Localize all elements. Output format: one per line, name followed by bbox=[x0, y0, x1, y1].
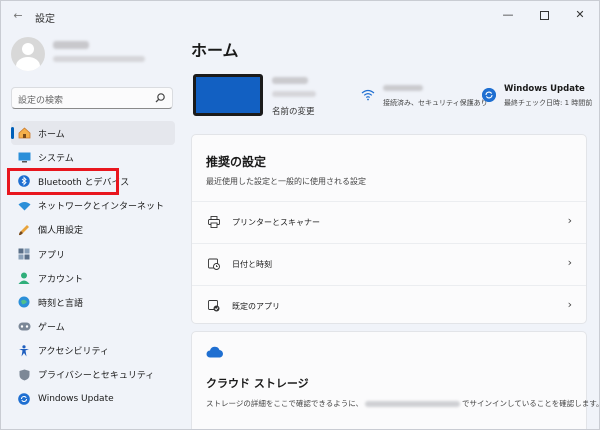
card-subtitle: 最近使用した設定と一般的に使用される設定 bbox=[206, 177, 366, 186]
cloud-storage-card: クラウド ストレージ ストレージの詳細をここで確認できるように、 でサインインして… bbox=[191, 331, 599, 429]
row-date-time[interactable]: 日付と時刻 › bbox=[192, 243, 586, 284]
apps-icon bbox=[17, 247, 31, 261]
row-label: プリンターとスキャナー bbox=[232, 218, 320, 227]
sidebar-item-privacy[interactable]: プライバシーとセキュリティ bbox=[11, 363, 175, 387]
sidebar-item-label: システム bbox=[38, 153, 74, 164]
card-title: 推奨の設定 bbox=[206, 155, 267, 169]
system-icon bbox=[17, 150, 31, 164]
description-text-start: ストレージの詳細をここで確認できるように、 bbox=[206, 399, 363, 408]
sidebar-item-network[interactable]: ネットワークとインターネット bbox=[11, 194, 175, 218]
search-box[interactable]: 設定の検索 bbox=[11, 87, 173, 109]
user-profile[interactable] bbox=[11, 37, 181, 73]
description-text-end: でサインインしていることを確認します。 bbox=[461, 399, 600, 408]
windows-update-icon bbox=[17, 392, 31, 406]
chevron-right-icon: › bbox=[567, 298, 572, 311]
home-icon bbox=[17, 126, 31, 140]
sidebar-item-label: アカウント bbox=[38, 274, 84, 285]
user-email-redacted bbox=[53, 56, 145, 62]
close-button[interactable]: ✕ bbox=[563, 4, 597, 26]
recommended-settings-card: 推奨の設定 最近使用した設定と一般的に使用される設定 プリンターとスキャナー ›… bbox=[191, 134, 587, 324]
sidebar-item-label: ゲーム bbox=[38, 323, 65, 334]
row-printers-scanners[interactable]: プリンターとスキャナー › bbox=[192, 201, 586, 242]
account-email-redacted bbox=[364, 401, 460, 407]
default-apps-icon bbox=[208, 300, 220, 312]
sidebar-item-label: Windows Update bbox=[38, 394, 114, 405]
sidebar-item-time-language[interactable]: 時刻と言語 bbox=[11, 290, 175, 314]
accessibility-icon bbox=[17, 344, 31, 358]
sidebar-item-gaming[interactable]: ゲーム bbox=[11, 315, 175, 339]
highlight-annotation-box bbox=[7, 168, 119, 195]
sidebar-item-label: 個人用設定 bbox=[38, 226, 84, 237]
sidebar-item-label: ホーム bbox=[38, 129, 65, 140]
row-default-apps[interactable]: 既定のアプリ › bbox=[192, 285, 586, 326]
printer-icon bbox=[208, 216, 220, 228]
device-image bbox=[193, 74, 263, 116]
device-model-redacted bbox=[272, 91, 316, 97]
sidebar-item-label: ネットワークとインターネット bbox=[38, 202, 165, 213]
device-name-redacted bbox=[272, 77, 308, 84]
user-name-redacted bbox=[53, 41, 89, 49]
back-arrow-icon[interactable]: ← bbox=[11, 9, 25, 23]
sidebar-item-label: 時刻と言語 bbox=[38, 298, 84, 309]
wifi-icon bbox=[361, 89, 375, 101]
update-last-checked: 最終チェック日時: 1 時間前 bbox=[504, 99, 593, 107]
sidebar-item-apps[interactable]: アプリ bbox=[11, 242, 175, 266]
card-description: ストレージの詳細をここで確認できるように、 でサインインしていることを確認します。 bbox=[206, 398, 600, 409]
window-title: 設定 bbox=[35, 14, 55, 25]
sidebar-item-home[interactable]: ホーム bbox=[11, 121, 175, 146]
network-icon bbox=[17, 199, 31, 213]
avatar[interactable] bbox=[11, 37, 45, 71]
sidebar-item-label: プライバシーとセキュリティ bbox=[38, 371, 155, 382]
maximize-button[interactable] bbox=[527, 4, 561, 26]
search-input[interactable]: 設定の検索 bbox=[18, 93, 63, 106]
sidebar-item-label: アプリ bbox=[38, 250, 66, 261]
gaming-icon bbox=[17, 320, 31, 334]
sidebar-item-windows-update[interactable]: Windows Update bbox=[11, 387, 175, 411]
time-language-icon bbox=[17, 295, 31, 309]
rename-link[interactable]: 名前の変更 bbox=[272, 105, 315, 117]
minimize-button[interactable]: — bbox=[491, 4, 525, 26]
network-status: 接続済み、セキュリティ保護あり bbox=[383, 99, 488, 107]
sidebar-item-personalization[interactable]: 個人用設定 bbox=[11, 218, 175, 242]
privacy-icon bbox=[17, 368, 31, 382]
chevron-right-icon: › bbox=[567, 256, 572, 269]
sidebar-item-accounts[interactable]: アカウント bbox=[11, 266, 175, 290]
account-icon bbox=[17, 271, 31, 285]
update-title[interactable]: Windows Update bbox=[504, 84, 585, 94]
sidebar-item-label: アクセシビリティ bbox=[38, 347, 110, 358]
sidebar-item-accessibility[interactable]: アクセシビリティ bbox=[11, 339, 175, 363]
settings-window: ← 設定 — ✕ 設定の検索 ホーム システム Bluetooth とデバイス … bbox=[0, 0, 600, 430]
page-title: ホーム bbox=[191, 41, 239, 60]
update-status-icon bbox=[482, 88, 496, 102]
network-name-redacted bbox=[383, 85, 423, 91]
row-label: 日付と時刻 bbox=[232, 260, 272, 269]
personalization-icon bbox=[17, 223, 31, 237]
sidebar-nav: ホーム システム Bluetooth とデバイス ネットワークとインターネット … bbox=[7, 121, 175, 411]
clock-icon bbox=[208, 258, 220, 270]
title-bar: ← 設定 — ✕ bbox=[1, 1, 599, 31]
row-label: 既定のアプリ bbox=[232, 302, 280, 311]
chevron-right-icon: › bbox=[567, 214, 572, 227]
card-title: クラウド ストレージ bbox=[206, 377, 309, 390]
cloud-icon bbox=[206, 346, 223, 358]
sidebar-item-system[interactable]: システム bbox=[11, 145, 175, 169]
search-icon[interactable] bbox=[154, 92, 166, 104]
